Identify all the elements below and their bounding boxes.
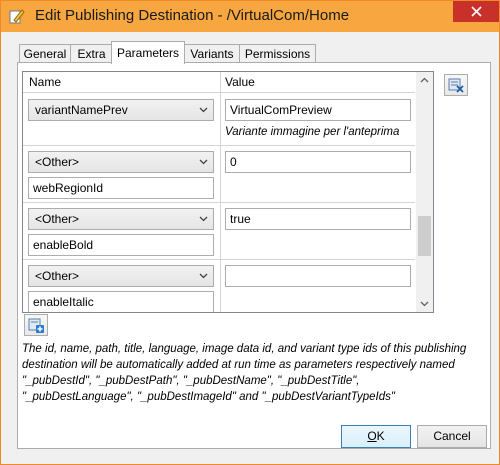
ok-mnemonic: O	[367, 429, 377, 443]
tab-variants[interactable]: Variants	[184, 44, 240, 63]
pencil-edit-icon	[9, 8, 25, 24]
column-divider	[220, 72, 221, 312]
title-bar[interactable]: Edit Publishing Destination - /VirtualCo…	[1, 1, 499, 32]
tab-general[interactable]: General	[19, 44, 71, 63]
ok-label-rest: K	[376, 429, 385, 443]
chevron-down-icon	[199, 159, 208, 165]
parameter-name-value: <Other>	[35, 155, 80, 169]
custom-name-text: enableBold	[33, 238, 94, 252]
ok-button[interactable]: OK	[341, 425, 411, 448]
chevron-down-icon	[199, 216, 208, 222]
chevron-down-icon	[199, 273, 208, 279]
parameter-name-select[interactable]: <Other>	[28, 151, 214, 173]
add-parameter-icon	[28, 318, 44, 333]
cancel-button[interactable]: Cancel	[417, 425, 487, 448]
parameter-value-text: VirtualComPreview	[230, 103, 332, 117]
tab-extra[interactable]: Extra	[70, 44, 113, 63]
custom-name-input[interactable]: webRegionId	[28, 177, 214, 199]
scroll-down-icon[interactable]	[420, 301, 429, 307]
row-divider	[23, 259, 415, 260]
parameter-value-input[interactable]: VirtualComPreview	[225, 99, 411, 121]
scroll-up-icon[interactable]	[420, 77, 429, 83]
vertical-scrollbar[interactable]	[416, 72, 433, 312]
tab-permissions[interactable]: Permissions	[239, 44, 316, 63]
custom-name-text: webRegionId	[33, 181, 104, 195]
parameter-name-value: variantNamePrev	[35, 103, 128, 117]
add-parameter-button[interactable]	[24, 314, 48, 336]
dialog-body: General Extra Parameters Variants Permis…	[8, 32, 492, 455]
chevron-down-icon	[199, 107, 208, 113]
custom-name-input[interactable]: enableBold	[28, 234, 214, 256]
parameter-value-input[interactable]: 0	[225, 151, 411, 173]
remove-parameter-button[interactable]	[444, 74, 468, 96]
custom-name-text: enableItalic	[33, 295, 94, 309]
parameter-name-value: <Other>	[35, 269, 80, 283]
parameter-name-value: <Other>	[35, 212, 80, 226]
parameter-name-select[interactable]: variantNamePrev	[28, 99, 214, 121]
remove-parameter-icon	[448, 78, 464, 93]
parameters-grid: Name Value variantNamePrev VirtualComPre…	[22, 71, 434, 313]
tab-parameters[interactable]: Parameters	[111, 41, 185, 64]
parameter-name-select[interactable]: <Other>	[28, 208, 214, 230]
parameter-name-select[interactable]: <Other>	[28, 265, 214, 287]
parameter-value-text: 0	[230, 155, 237, 169]
name-column-header: Name	[29, 75, 62, 89]
close-button[interactable]	[453, 1, 499, 22]
dialog-window: Edit Publishing Destination - /VirtualCo…	[0, 0, 500, 465]
custom-name-input[interactable]: enableItalic	[28, 291, 214, 312]
close-icon	[470, 6, 482, 17]
row-divider	[23, 145, 415, 146]
scrollbar-thumb[interactable]	[418, 216, 431, 256]
parameter-value-input[interactable]: true	[225, 208, 411, 230]
grid-header: Name Value	[23, 72, 415, 93]
value-column-header: Value	[225, 75, 255, 89]
parameter-hint: Variante immagine per l'anteprima	[225, 126, 400, 138]
row-divider	[23, 202, 415, 203]
window-title: Edit Publishing Destination - /VirtualCo…	[35, 7, 350, 24]
parameter-value-input[interactable]	[225, 265, 411, 287]
parameter-value-text: true	[230, 212, 251, 226]
parameters-description: The id, name, path, title, language, ima…	[22, 343, 467, 403]
